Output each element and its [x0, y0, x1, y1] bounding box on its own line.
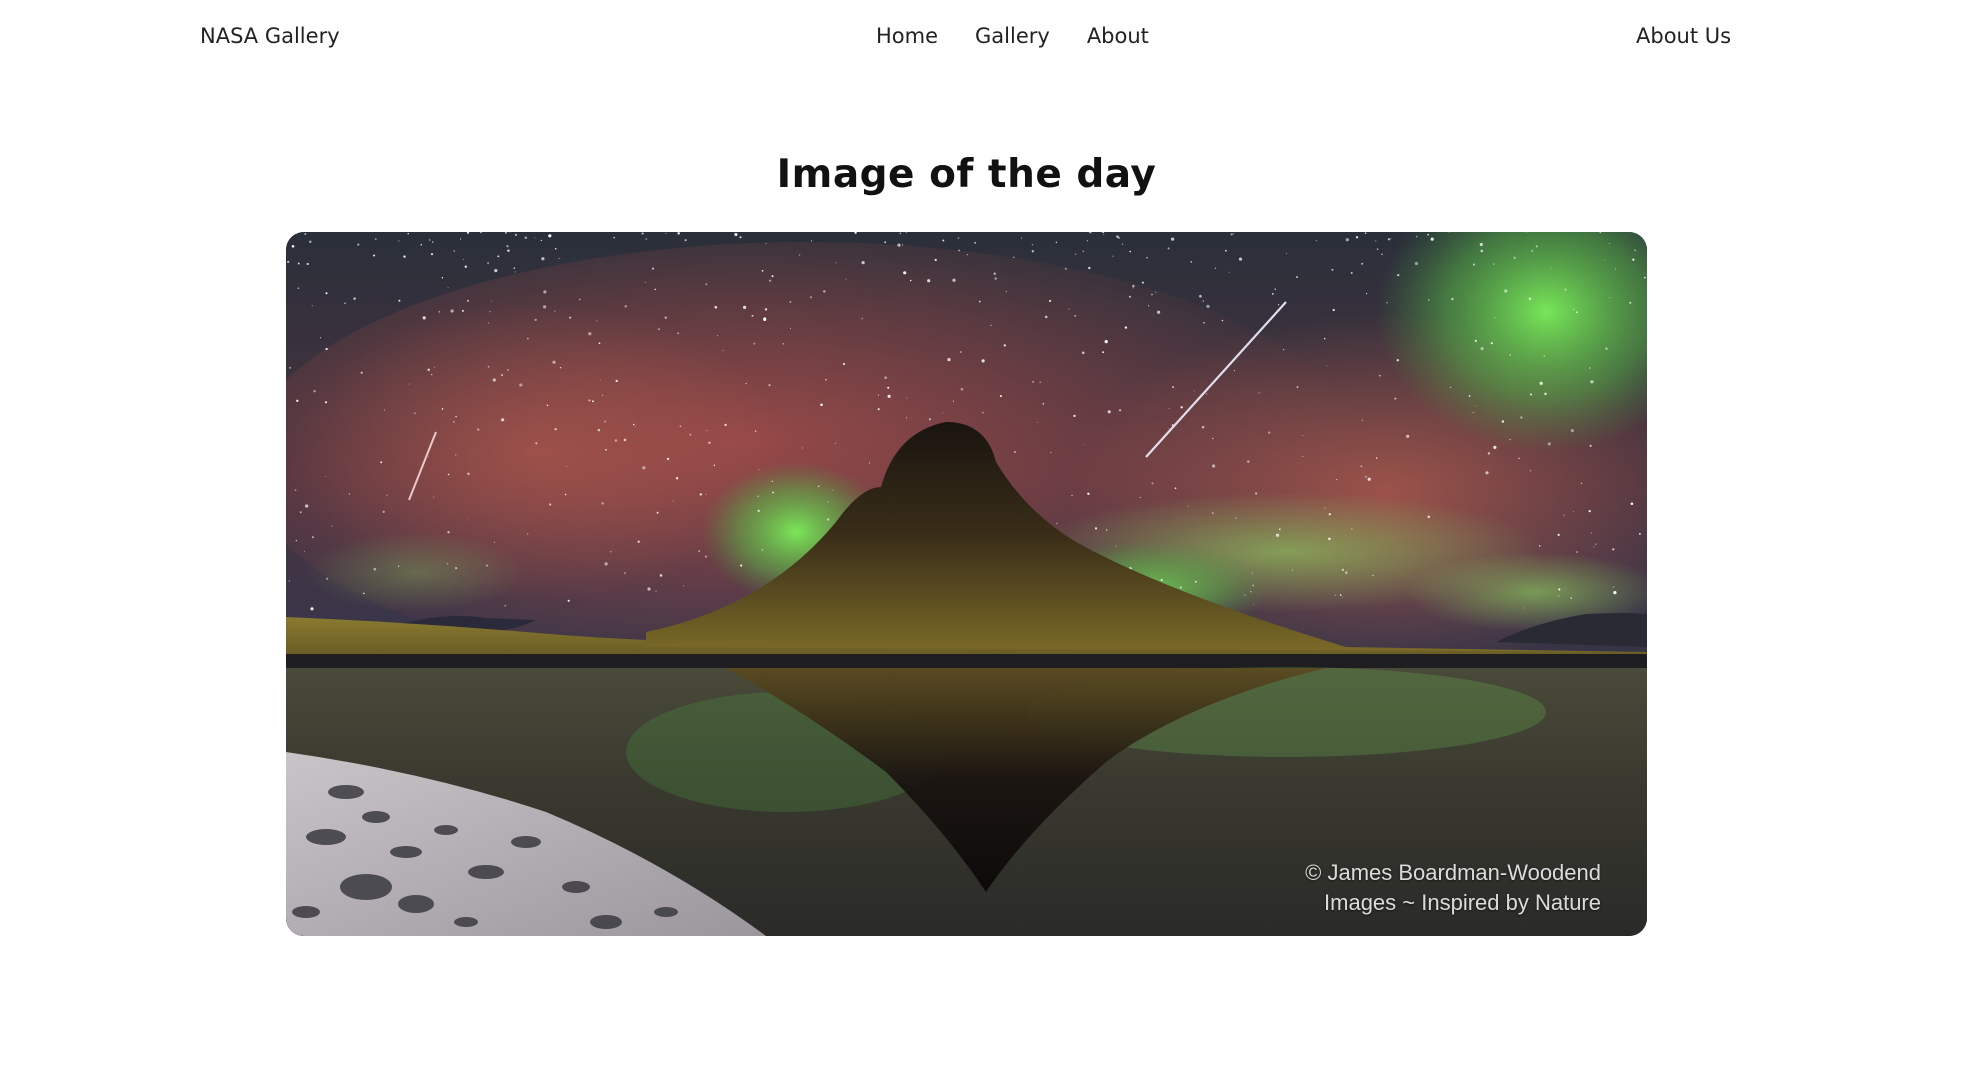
about-us-link[interactable]: About Us: [1636, 24, 1731, 48]
nav-gallery-link[interactable]: Gallery: [975, 24, 1050, 48]
nav-about-link[interactable]: About: [1087, 24, 1149, 48]
nav-home-link[interactable]: Home: [876, 24, 938, 48]
main-nav: Home Gallery About: [876, 24, 1149, 48]
photo-credit-line1: © James Boardman-Woodend: [1305, 860, 1601, 885]
top-navigation-bar: NASA Gallery Home Gallery About About Us: [0, 0, 1981, 76]
page-title: Image of the day: [776, 152, 1157, 197]
aurora-mountain-photo: [286, 232, 1647, 936]
brand-logo-text[interactable]: NASA Gallery: [200, 24, 340, 48]
image-of-the-day[interactable]: © James Boardman-Woodend Images ~ Inspir…: [286, 232, 1647, 936]
photo-credit: © James Boardman-Woodend Images ~ Inspir…: [1305, 858, 1601, 918]
photo-credit-line2: Images ~ Inspired by Nature: [1324, 890, 1601, 915]
